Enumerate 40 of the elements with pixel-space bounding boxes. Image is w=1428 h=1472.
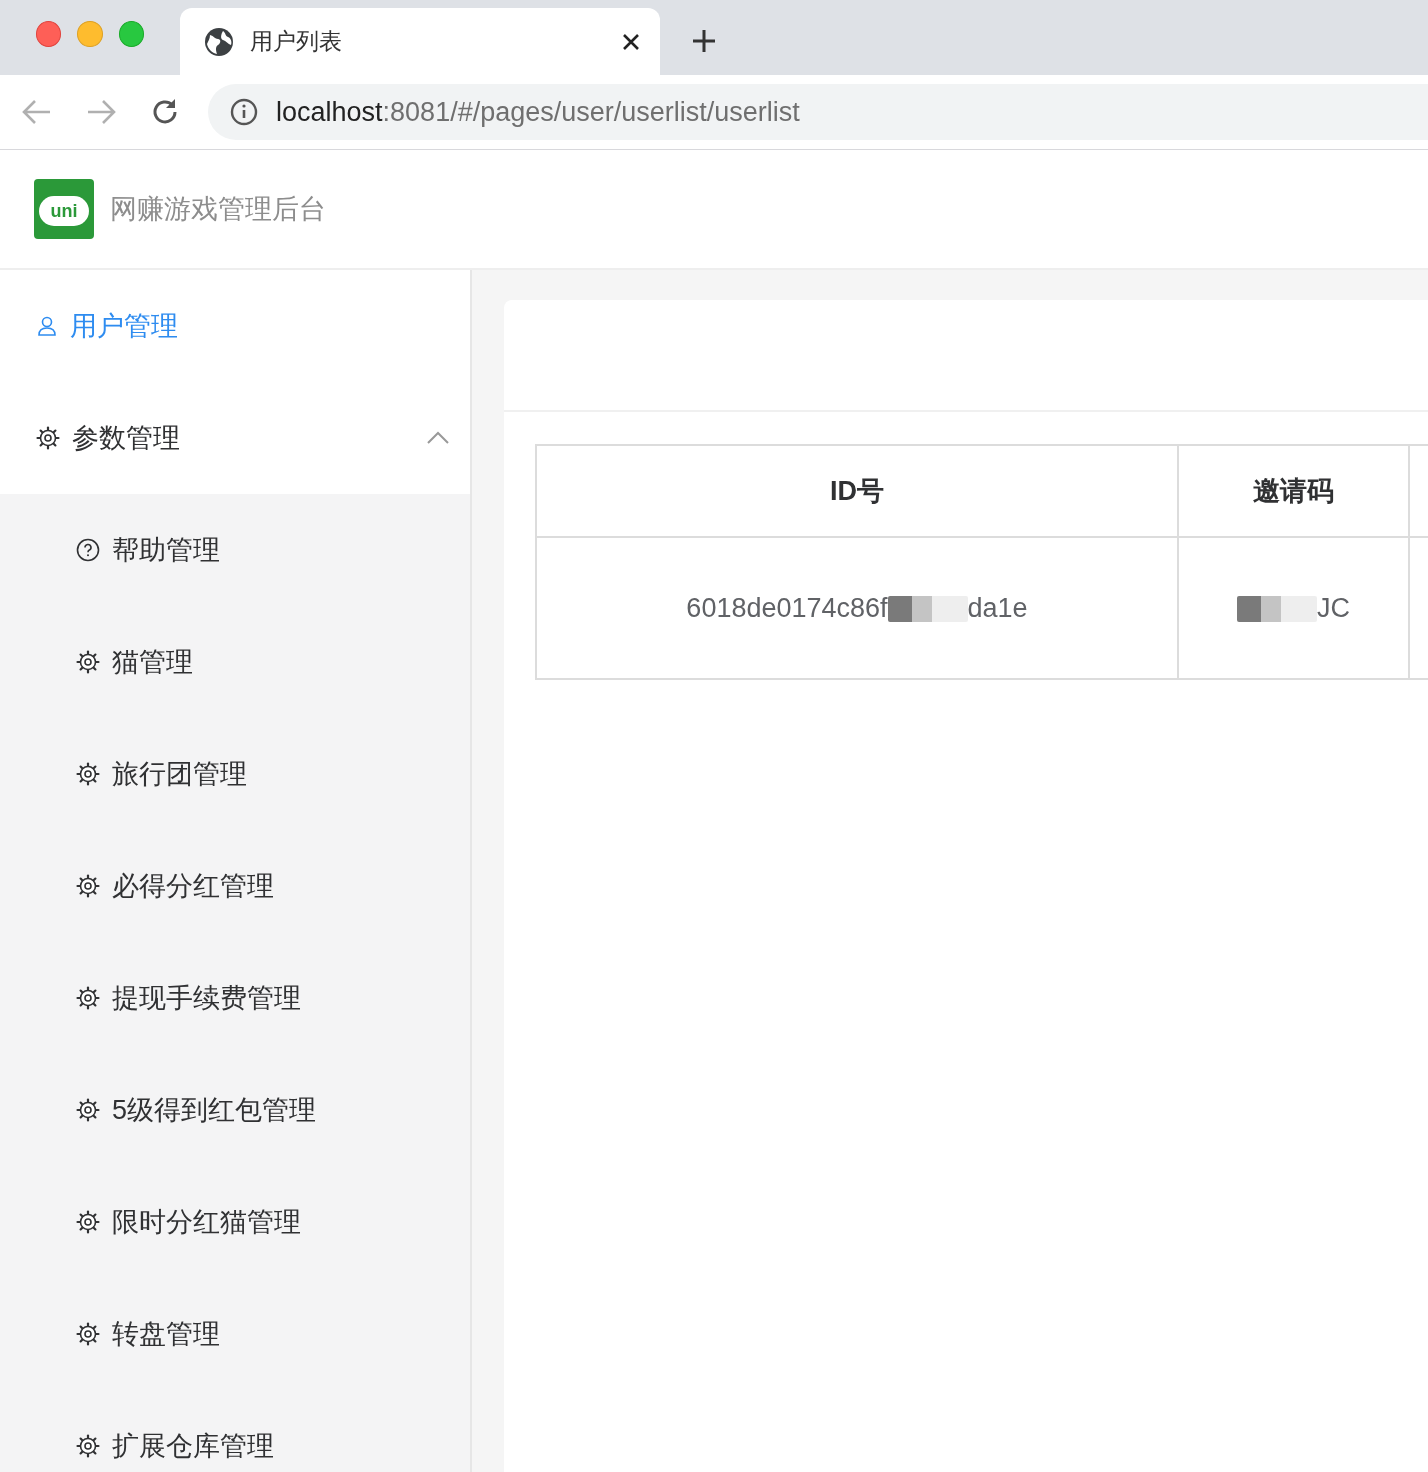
user-icon xyxy=(36,315,58,337)
menu-item[interactable]: 参数管理 xyxy=(0,382,470,494)
info-icon[interactable] xyxy=(230,98,258,126)
menu-item[interactable]: 帮助管理 xyxy=(0,494,470,606)
zoom-window-button[interactable] xyxy=(118,21,144,47)
forward-icon[interactable] xyxy=(86,99,116,125)
column-header: ID号 xyxy=(536,445,1178,537)
close-icon[interactable] xyxy=(622,32,640,51)
settings-icon xyxy=(76,1098,100,1122)
column-header: 邀请码 xyxy=(1178,445,1409,537)
globe-icon xyxy=(204,26,234,57)
app-title: 网赚游戏管理后台 xyxy=(110,193,326,226)
browser-tab[interactable]: 用户列表 xyxy=(180,8,660,75)
menu-item[interactable]: 转盘管理 xyxy=(0,1278,470,1390)
url-text: localhost:8081/#/pages/user/userlist/userlist xyxy=(276,96,800,128)
settings-icon xyxy=(76,1434,100,1458)
settings-icon xyxy=(76,874,100,898)
table-cell: 6018de0174c86f da1e xyxy=(686,592,1028,623)
menu-item[interactable]: 提现手续费管理 xyxy=(0,942,470,1054)
menu-item[interactable]: 旅行团管理 xyxy=(0,718,470,830)
menu-item[interactable]: 扩展仓库管理 xyxy=(0,1390,470,1472)
settings-icon xyxy=(76,986,100,1010)
settings-icon xyxy=(76,1210,100,1234)
menu-item[interactable]: 猫管理 xyxy=(0,606,470,718)
menu-item[interactable]: 5级得到红包管理 xyxy=(0,1054,470,1166)
settings-icon xyxy=(76,650,100,674)
minimize-window-button[interactable] xyxy=(77,21,103,47)
new-tab-icon[interactable] xyxy=(692,29,716,53)
settings-icon xyxy=(36,426,60,450)
menu-item[interactable]: 限时分红猫管理 xyxy=(0,1166,470,1278)
menu-item[interactable]: 必得分红管理 xyxy=(0,830,470,942)
back-icon[interactable] xyxy=(22,99,52,125)
chevron-up-icon xyxy=(426,431,450,445)
app-logo: uni xyxy=(34,179,94,239)
settings-icon xyxy=(76,1322,100,1346)
help-icon xyxy=(76,538,100,562)
close-window-button[interactable] xyxy=(36,21,62,47)
settings-icon xyxy=(76,762,100,786)
address-bar[interactable]: localhost:8081/#/pages/user/userlist/userlist xyxy=(208,84,1428,140)
tab-title: 用户列表 xyxy=(250,27,343,56)
